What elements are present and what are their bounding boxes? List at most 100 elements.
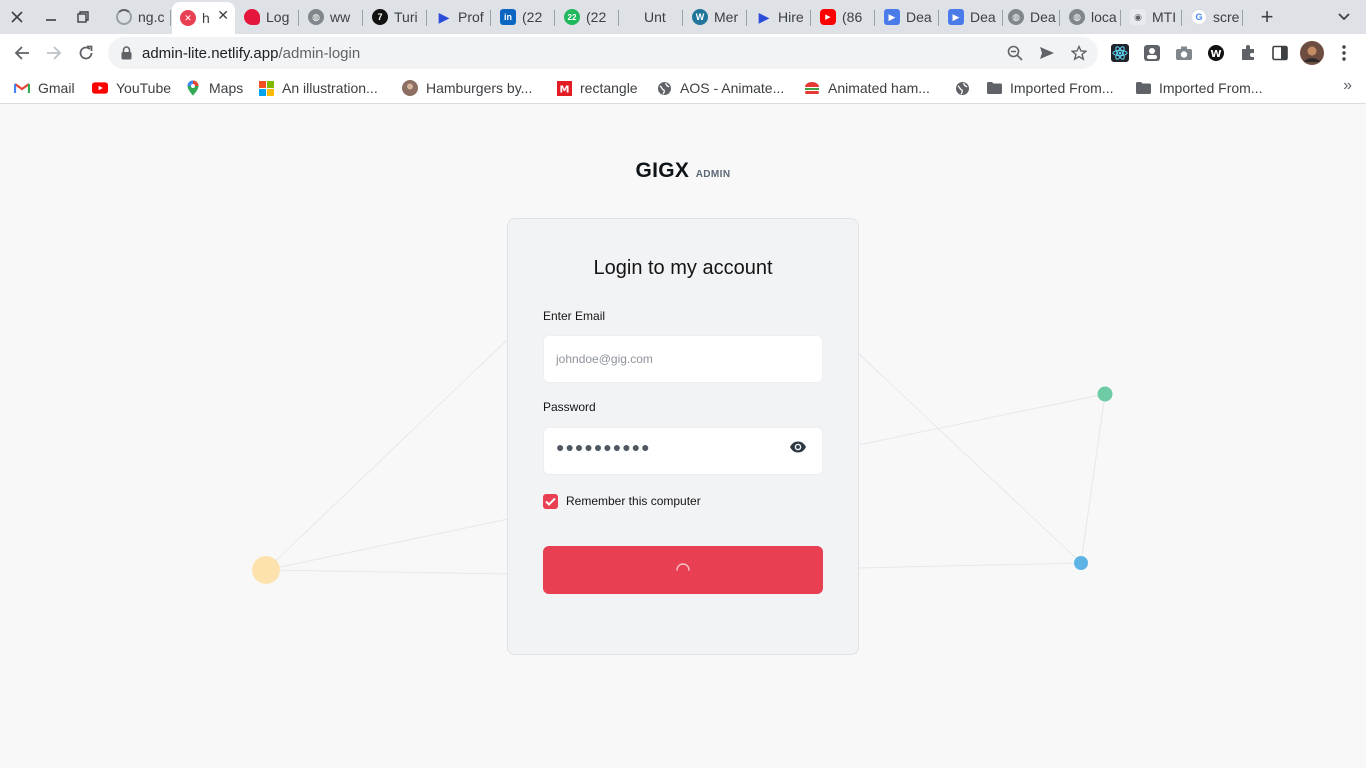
bookmark-label: Imported From... bbox=[1010, 80, 1114, 96]
globe-icon bbox=[954, 80, 970, 96]
tab-item[interactable]: 7 Turi bbox=[364, 4, 427, 30]
tab-item[interactable]: ▶ Hire bbox=[748, 4, 811, 30]
tab-divider bbox=[490, 10, 491, 26]
loading-spinner-icon bbox=[676, 563, 690, 571]
window-close-icon[interactable] bbox=[5, 5, 29, 29]
bookmark-star-icon[interactable] bbox=[1069, 43, 1089, 63]
red-heart-logo-icon bbox=[244, 9, 260, 25]
window-minimize-icon[interactable] bbox=[39, 5, 63, 29]
tab-item[interactable]: ▶ Dea bbox=[940, 4, 1003, 30]
globe-icon bbox=[656, 80, 672, 96]
network-edge bbox=[857, 393, 1106, 446]
tab-item[interactable]: W Mer bbox=[684, 4, 747, 30]
remember-checkbox[interactable] bbox=[543, 494, 558, 509]
password-masked-value: ●●●●●●●●●● bbox=[556, 439, 651, 455]
tab-divider bbox=[1181, 10, 1182, 26]
react-devtools-icon[interactable] bbox=[1110, 43, 1130, 63]
bookmark-label: Gmail bbox=[38, 80, 75, 96]
tab-label: Hire bbox=[778, 9, 804, 25]
tab-divider bbox=[874, 10, 875, 26]
tab-item[interactable]: ◉ MTI bbox=[1122, 4, 1182, 30]
bookmark-maps[interactable]: Maps bbox=[185, 78, 243, 98]
youtube-logo-icon: ▶ bbox=[820, 9, 836, 25]
wappalyzer-icon[interactable]: W bbox=[1206, 43, 1226, 63]
tab-divider bbox=[426, 10, 427, 26]
tab-item[interactable]: ng.c bbox=[108, 4, 171, 30]
tab-divider bbox=[1059, 10, 1060, 26]
forward-arrow-icon[interactable] bbox=[40, 39, 68, 67]
tab-label: (22 bbox=[522, 9, 543, 25]
email-field[interactable] bbox=[543, 335, 823, 383]
extensions-puzzle-icon[interactable] bbox=[1238, 43, 1258, 63]
tab-item[interactable]: Log bbox=[236, 4, 299, 30]
email-label: Enter Email bbox=[543, 309, 606, 323]
new-tab-plus-icon[interactable]: + bbox=[1255, 4, 1279, 29]
blue-play-logo-icon: ▶ bbox=[884, 9, 900, 25]
bookmark-gmail[interactable]: Gmail bbox=[14, 78, 75, 98]
svg-text:W: W bbox=[1210, 49, 1221, 60]
tab-label: Mer bbox=[714, 9, 739, 25]
tab-close-icon[interactable]: ✕ bbox=[217, 7, 229, 24]
tab-item[interactable]: ▶ Prof bbox=[428, 4, 491, 30]
zoom-icon[interactable] bbox=[1005, 43, 1025, 63]
tab-item[interactable]: 22 (22 bbox=[556, 4, 619, 30]
bookmark-globe[interactable] bbox=[954, 78, 970, 98]
tab-item[interactable]: in (22 bbox=[492, 4, 555, 30]
tab-item[interactable]: ▶ Dea bbox=[876, 4, 939, 30]
tab-item[interactable]: ◍ ww bbox=[300, 4, 363, 30]
browser-toolbar: admin-lite.netlify.app/admin-login W bbox=[0, 34, 1366, 72]
google-logo-icon: G bbox=[1191, 9, 1207, 25]
tab-item[interactable]: ◍ Dea bbox=[1000, 4, 1060, 30]
bookmark-folder-imported-1[interactable]: Imported From... bbox=[986, 78, 1113, 98]
bookmark-label: Hamburgers by... bbox=[426, 80, 533, 96]
login-submit-button[interactable] bbox=[543, 546, 823, 594]
loading-spinner-icon bbox=[116, 9, 132, 25]
network-node-orange bbox=[252, 556, 280, 584]
tab-label: scre bbox=[1213, 9, 1240, 25]
bookmark-animated-ham[interactable]: Animated ham... bbox=[804, 78, 930, 98]
tab-item-active[interactable]: ✕ h ✕ bbox=[172, 2, 235, 34]
address-bar[interactable]: admin-lite.netlify.app/admin-login bbox=[108, 37, 1098, 69]
network-edge bbox=[857, 562, 1082, 569]
network-node-green bbox=[1097, 386, 1113, 402]
url-text[interactable]: admin-lite.netlify.app/admin-login bbox=[142, 45, 360, 62]
profile-card-extension-icon[interactable] bbox=[1142, 43, 1162, 63]
bookmark-hamburgers[interactable]: Hamburgers by... bbox=[402, 78, 532, 98]
tab-item[interactable]: G scre bbox=[1183, 4, 1243, 30]
login-title: Login to my account bbox=[593, 257, 773, 279]
bookmark-folder-imported-2[interactable]: Imported From... bbox=[1135, 78, 1262, 98]
tab-item[interactable]: ▶ (86 bbox=[812, 4, 875, 30]
back-arrow-icon[interactable] bbox=[8, 39, 36, 67]
window-restore-icon[interactable] bbox=[71, 5, 95, 29]
tab-divider bbox=[1120, 10, 1121, 26]
network-edge bbox=[265, 518, 509, 571]
side-panel-icon[interactable] bbox=[1270, 43, 1290, 63]
tab-item[interactable]: ◍ loca bbox=[1061, 4, 1121, 30]
remember-label[interactable]: Remember this computer bbox=[566, 494, 701, 508]
gmail-icon bbox=[14, 80, 30, 96]
lock-icon[interactable] bbox=[121, 46, 132, 65]
send-icon[interactable] bbox=[1037, 43, 1057, 63]
tab-label: Unt bbox=[644, 9, 666, 25]
password-label: Password bbox=[543, 400, 596, 414]
bookmark-aos[interactable]: AOS - Animate... bbox=[656, 78, 784, 98]
bookmark-rectangle[interactable]: M rectangle bbox=[556, 78, 638, 98]
tab-label: h bbox=[202, 10, 210, 26]
tab-label: loca bbox=[1091, 9, 1117, 25]
tab-search-chevron-icon[interactable] bbox=[1332, 5, 1356, 29]
tab-item[interactable]: Unt bbox=[620, 4, 683, 30]
microsoft-icon bbox=[258, 80, 274, 96]
bookmarks-overflow-chevron-icon[interactable]: » bbox=[1343, 77, 1352, 95]
bookmark-youtube[interactable]: YouTube bbox=[92, 78, 171, 98]
camera-icon[interactable] bbox=[1174, 43, 1194, 63]
bookmark-illustration[interactable]: An illustration... bbox=[258, 78, 378, 98]
network-edge bbox=[265, 338, 509, 571]
show-password-eye-icon[interactable] bbox=[789, 440, 807, 454]
bookmark-label: Animated ham... bbox=[828, 80, 930, 96]
network-edge bbox=[1080, 393, 1106, 564]
reload-icon[interactable] bbox=[72, 39, 100, 67]
tab-strip: ng.c ✕ h ✕ Log ◍ ww 7 Turi ▶ Prof in (22… bbox=[0, 0, 1366, 34]
browser-menu-icon[interactable] bbox=[1334, 43, 1354, 63]
globe-icon: ◍ bbox=[1008, 9, 1024, 25]
profile-avatar-icon[interactable] bbox=[1300, 41, 1324, 65]
